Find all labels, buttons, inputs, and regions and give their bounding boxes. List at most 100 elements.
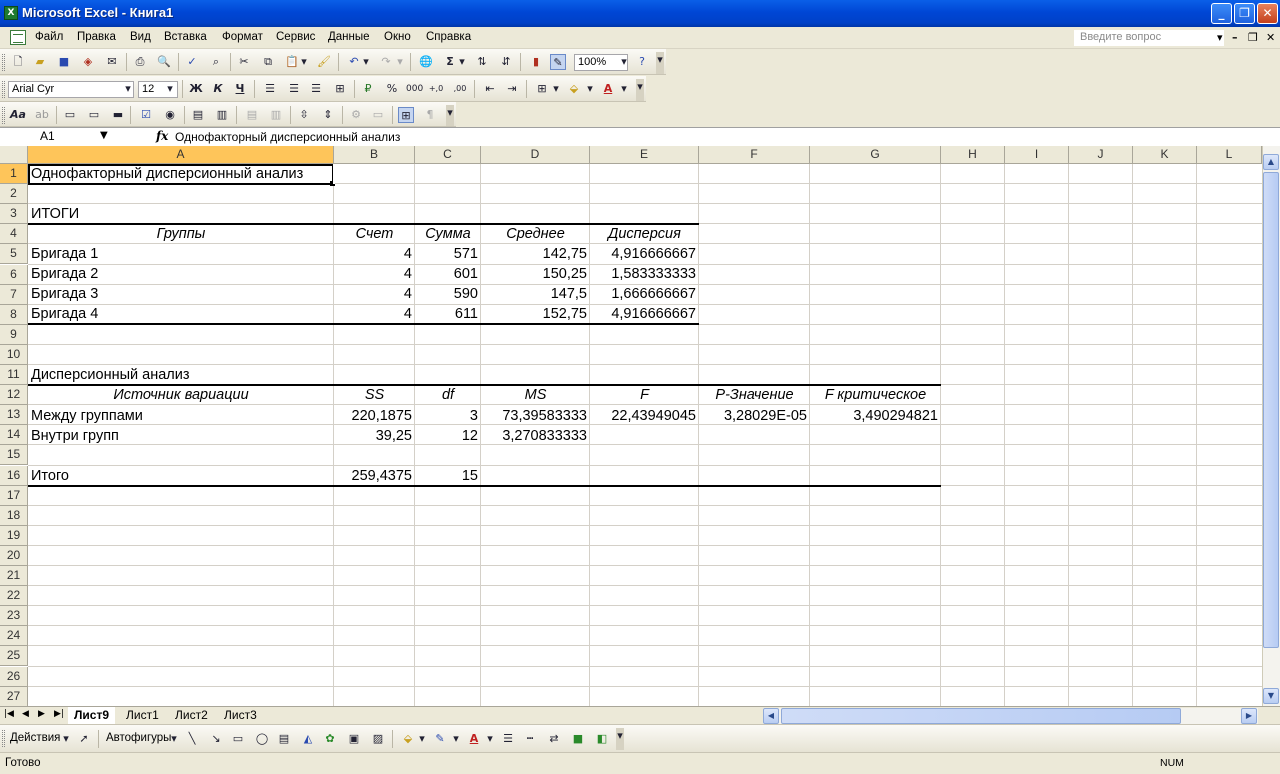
- new-document-icon[interactable]: 🗋: [10, 54, 26, 70]
- email-icon[interactable]: ✉: [104, 54, 120, 70]
- cell-b16[interactable]: 259,4375: [334, 466, 415, 486]
- zoom-dropdown-icon[interactable]: ▾: [620, 54, 628, 70]
- line-color-icon[interactable]: ✎: [432, 731, 448, 747]
- borders-dropdown-icon[interactable]: ▾: [552, 81, 560, 97]
- cell-d12[interactable]: MS: [481, 385, 590, 405]
- toolbar-grip[interactable]: [2, 107, 5, 124]
- menu-insert[interactable]: Вставка: [164, 31, 207, 43]
- cell-d6[interactable]: 150,25: [481, 264, 590, 284]
- sort-ascending-icon[interactable]: ⇅: [474, 54, 490, 70]
- cell-b13[interactable]: 220,1875: [334, 406, 415, 426]
- paste-icon[interactable]: 📋: [284, 54, 300, 70]
- fill-color-dropdown-icon[interactable]: ▾: [586, 81, 594, 97]
- column-header[interactable]: K: [1133, 146, 1197, 164]
- arrow-icon[interactable]: ↘: [208, 731, 224, 747]
- align-left-icon[interactable]: ☰: [262, 81, 278, 97]
- shape-icon[interactable]: ▬: [110, 107, 126, 123]
- cell-c12[interactable]: df: [415, 385, 481, 405]
- row-header[interactable]: 27: [0, 687, 28, 706]
- font-color-icon[interactable]: A: [466, 731, 482, 747]
- toolbar-options-icon[interactable]: ▾: [636, 79, 644, 101]
- column-header[interactable]: H: [941, 146, 1005, 164]
- workbook-icon[interactable]: [10, 30, 26, 45]
- spreadsheet-grid[interactable]: A B C D E F G H I J K L 1 2 3 4 5 6 7 8 9 10 11 12 1…: [0, 146, 1262, 706]
- cell-c16[interactable]: 15: [415, 466, 481, 486]
- cell-a6[interactable]: Бригада 2: [28, 264, 101, 284]
- cell-a14[interactable]: Внутри групп: [28, 426, 122, 446]
- copy-icon[interactable]: ⧉: [260, 54, 276, 70]
- insert-function-icon[interactable]: fx: [156, 129, 168, 143]
- last-sheet-icon[interactable]: ▶|: [54, 709, 64, 719]
- line-color-dropdown-icon[interactable]: ▾: [452, 731, 460, 747]
- scroll-down-button[interactable]: ▼: [1263, 688, 1279, 704]
- combo-dropdown-edit-icon[interactable]: ▥: [268, 107, 284, 123]
- group-box-icon[interactable]: ▭: [62, 107, 78, 123]
- increase-decimal-icon[interactable]: +,0: [428, 81, 444, 97]
- restore-button[interactable]: ❐: [1234, 3, 1255, 24]
- row-header[interactable]: 11: [0, 365, 28, 385]
- column-header[interactable]: G: [810, 146, 941, 164]
- autosum-icon[interactable]: Σ: [442, 54, 458, 70]
- draw-actions-menu[interactable]: Действия: [10, 732, 60, 744]
- menu-format[interactable]: Формат: [222, 31, 263, 43]
- column-header[interactable]: B: [334, 146, 415, 164]
- wordart-icon[interactable]: ◭: [300, 731, 316, 747]
- line-icon[interactable]: ╲: [184, 731, 200, 747]
- cell-b6[interactable]: 4: [334, 264, 415, 284]
- scroll-left-button[interactable]: ◀: [763, 708, 779, 724]
- row-header[interactable]: 25: [0, 646, 28, 666]
- spinner-control-icon[interactable]: ⇕: [320, 107, 336, 123]
- toolbar-options-icon[interactable]: ▾: [446, 105, 454, 126]
- sort-descending-icon[interactable]: ⇵: [498, 54, 514, 70]
- combo-box-icon[interactable]: ▥: [214, 107, 230, 123]
- menu-edit[interactable]: Правка: [77, 31, 116, 43]
- fill-color-dropdown-icon[interactable]: ▾: [418, 731, 426, 747]
- autoshapes-dropdown-icon[interactable]: ▾: [170, 731, 178, 747]
- row-header[interactable]: 19: [0, 526, 28, 546]
- print-icon[interactable]: ⎙: [132, 54, 148, 70]
- row-header[interactable]: 10: [0, 345, 28, 365]
- decrease-indent-icon[interactable]: ⇤: [482, 81, 498, 97]
- permission-icon[interactable]: ◈: [80, 54, 96, 70]
- menu-tools[interactable]: Сервис: [276, 31, 315, 43]
- column-header[interactable]: A: [28, 146, 334, 164]
- cell-e12[interactable]: F: [590, 385, 699, 405]
- autoshapes-menu[interactable]: Автофигуры: [106, 732, 171, 744]
- shadow-style-icon[interactable]: ■: [570, 731, 586, 747]
- column-header[interactable]: D: [481, 146, 590, 164]
- row-header[interactable]: 20: [0, 546, 28, 566]
- toggle-grid-icon[interactable]: ⊞: [398, 107, 414, 123]
- insert-picture-icon[interactable]: ▨: [370, 731, 386, 747]
- cell-a16[interactable]: Итого: [28, 466, 72, 486]
- fill-color-icon[interactable]: ⬙: [400, 731, 416, 747]
- minimize-button[interactable]: _: [1211, 3, 1232, 24]
- help-question-input[interactable]: Введите вопрос: [1074, 30, 1224, 46]
- close-button[interactable]: ✕: [1257, 3, 1278, 24]
- font-color-icon[interactable]: A: [600, 81, 616, 97]
- column-header[interactable]: I: [1005, 146, 1069, 164]
- cell-c6[interactable]: 601: [415, 264, 481, 284]
- cell-g12[interactable]: F критическое: [810, 385, 941, 405]
- cell-e4[interactable]: Дисперсия: [590, 224, 699, 244]
- edit-code-icon[interactable]: ▭: [370, 107, 386, 123]
- cell-b12[interactable]: SS: [334, 385, 415, 405]
- clip-art-icon[interactable]: ▣: [346, 731, 362, 747]
- control-properties-icon[interactable]: ⚙: [348, 107, 364, 123]
- cell-b7[interactable]: 4: [334, 284, 415, 304]
- row-header[interactable]: 18: [0, 506, 28, 526]
- row-header[interactable]: 1: [0, 164, 28, 184]
- dash-style-icon[interactable]: ┅: [522, 731, 538, 747]
- row-header[interactable]: 2: [0, 184, 28, 204]
- row-header[interactable]: 4: [0, 224, 28, 244]
- row-header[interactable]: 13: [0, 405, 28, 425]
- button-control-icon[interactable]: ▭: [86, 107, 102, 123]
- cell-c7[interactable]: 590: [415, 284, 481, 304]
- row-header[interactable]: 26: [0, 667, 28, 687]
- row-header[interactable]: 14: [0, 425, 28, 445]
- menu-file[interactable]: Файл: [35, 31, 63, 43]
- formula-input[interactable]: Однофакторный дисперсионный анализ: [175, 130, 400, 144]
- vertical-scroll-thumb[interactable]: [1263, 172, 1279, 648]
- merge-center-icon[interactable]: ⊞: [332, 81, 348, 97]
- drawing-icon[interactable]: ✎: [550, 54, 566, 70]
- format-painter-icon[interactable]: 🖌: [316, 54, 332, 70]
